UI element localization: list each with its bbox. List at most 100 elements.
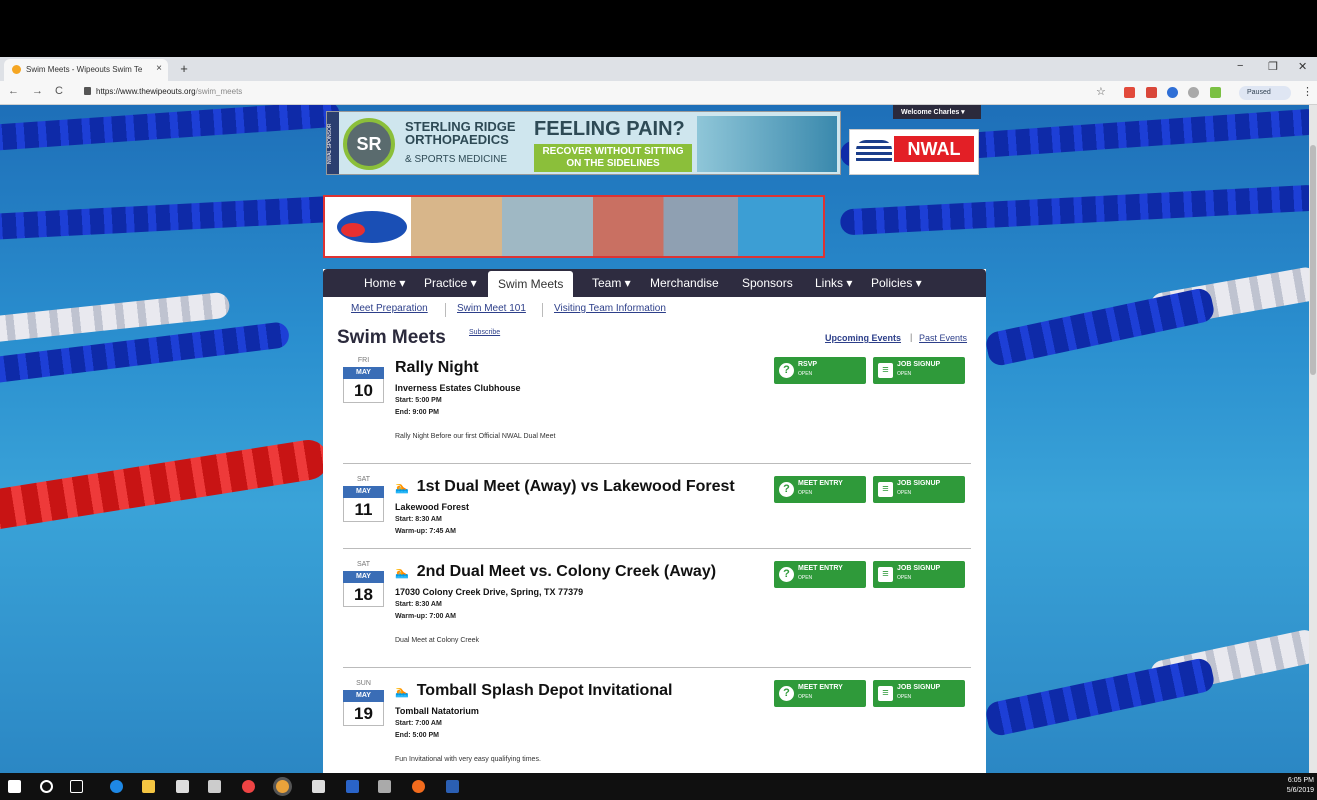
app-icon[interactable] xyxy=(412,780,425,793)
welcome-label: Welcome Charles ▾ xyxy=(901,109,965,116)
button-status: OPEN xyxy=(798,371,813,377)
button-label: JOB SIGNUP xyxy=(897,361,941,368)
nav-team[interactable]: Team ▾ xyxy=(592,269,631,297)
event-day: 11 xyxy=(343,498,384,522)
browser-tab[interactable]: Swim Meets - Wipeouts Swim Te × xyxy=(4,59,168,81)
windows-start-icon[interactable] xyxy=(8,780,21,793)
job-signup-button[interactable]: ≡ JOB SIGNUP OPEN xyxy=(873,680,965,707)
subnav-separator xyxy=(445,303,446,317)
page-scrollbar[interactable] xyxy=(1309,105,1317,773)
profile-paused-button[interactable]: Paused xyxy=(1239,86,1291,100)
button-status: OPEN xyxy=(897,371,912,377)
app-icon[interactable] xyxy=(208,780,221,793)
tab-close-icon[interactable]: × xyxy=(156,63,162,74)
browser-menu-icon[interactable]: ⋮ xyxy=(1302,85,1313,98)
button-status: OPEN xyxy=(798,694,813,700)
url-path: /swim_meets xyxy=(195,87,243,96)
subscribe-link[interactable]: Subscribe xyxy=(469,329,500,336)
team-banner[interactable] xyxy=(323,195,825,258)
main-nav: Home ▾ Practice ▾ Swim Meets Team ▾ Merc… xyxy=(323,269,986,297)
top-black-bar xyxy=(0,0,1317,57)
event-location: Lakewood Forest xyxy=(395,502,470,512)
word-icon[interactable] xyxy=(446,780,459,793)
subnav-visiting-team[interactable]: Visiting Team Information xyxy=(554,303,666,314)
clipboard-icon: ≡ xyxy=(878,363,893,378)
event-title[interactable]: 🏊 1st Dual Meet (Away) vs Lakewood Forest xyxy=(395,478,735,496)
nav-practice[interactable]: Practice ▾ xyxy=(424,269,477,297)
job-signup-button[interactable]: ≡ JOB SIGNUP OPEN xyxy=(873,476,965,503)
nav-home[interactable]: Home ▾ xyxy=(364,269,405,297)
nav-policies[interactable]: Policies ▾ xyxy=(871,269,922,297)
nwal-waves-icon xyxy=(856,140,892,162)
edge-browser-icon[interactable] xyxy=(110,780,123,793)
task-view-icon[interactable] xyxy=(70,780,83,793)
event-date: SAT MAY 18 xyxy=(343,561,384,607)
event-location: Tomball Natatorium xyxy=(395,706,479,716)
question-icon: ? xyxy=(779,567,794,582)
job-signup-button[interactable]: ≡ JOB SIGNUP OPEN xyxy=(873,561,965,588)
nav-sponsors[interactable]: Sponsors xyxy=(742,269,793,297)
reload-icon[interactable]: C xyxy=(55,85,63,97)
event-title[interactable]: 🏊 2nd Dual Meet vs. Colony Creek (Away) xyxy=(395,563,716,581)
button-label: JOB SIGNUP xyxy=(897,480,941,487)
window-close-icon[interactable]: ✕ xyxy=(1298,60,1307,73)
lane-rope-blue xyxy=(983,656,1217,738)
event-title[interactable]: Rally Night xyxy=(395,359,479,377)
extension-icon-5[interactable] xyxy=(1210,87,1221,98)
past-events-link[interactable]: Past Events xyxy=(919,333,967,343)
lane-rope-red xyxy=(0,437,331,533)
sponsor-subline: RECOVER WITHOUT SITTING ON THE SIDELINES xyxy=(534,144,692,172)
app-icon[interactable] xyxy=(242,780,255,793)
event-divider xyxy=(343,463,971,464)
nwal-logo[interactable]: NWAL xyxy=(849,129,979,175)
button-status: OPEN xyxy=(798,490,813,496)
rsvp-button[interactable]: ? RSVP OPEN xyxy=(774,357,866,384)
job-signup-button[interactable]: ≡ JOB SIGNUP OPEN xyxy=(873,357,965,384)
extension-icon-4[interactable] xyxy=(1188,87,1199,98)
bookmark-star-icon[interactable]: ☆ xyxy=(1096,85,1106,98)
club-logo xyxy=(337,211,407,243)
search-icon[interactable] xyxy=(40,780,53,793)
taskbar-clock[interactable]: 6:05 PM 5/6/2019 xyxy=(1278,776,1314,796)
site-favicon-icon xyxy=(12,65,21,74)
scrollbar-thumb[interactable] xyxy=(1310,145,1316,375)
nav-links[interactable]: Links ▾ xyxy=(815,269,852,297)
app-icon[interactable] xyxy=(312,780,325,793)
meet-entry-button[interactable]: ? MEET ENTRY OPEN xyxy=(774,680,866,707)
address-bar[interactable]: https://www.thewipeouts.org/swim_meets xyxy=(96,87,242,96)
restore-icon[interactable]: ❐ xyxy=(1268,60,1278,73)
event-item: SAT MAY 11 🏊 1st Dual Meet (Away) vs Lake… xyxy=(323,476,986,548)
button-label: MEET ENTRY xyxy=(798,565,843,572)
upcoming-events-link[interactable]: Upcoming Events xyxy=(825,333,901,343)
welcome-user-menu[interactable]: Welcome Charles ▾ xyxy=(893,105,981,119)
minimize-icon[interactable]: − xyxy=(1237,60,1243,72)
event-title-text: 1st Dual Meet (Away) vs Lakewood Forest xyxy=(416,478,735,495)
extension-icon-1[interactable] xyxy=(1124,87,1135,98)
subnav-swim-meet-101[interactable]: Swim Meet 101 xyxy=(457,303,526,314)
button-label: RSVP xyxy=(798,361,818,368)
nav-swim-meets[interactable]: Swim Meets xyxy=(488,271,574,297)
extension-icon-3[interactable] xyxy=(1167,87,1178,98)
forward-icon[interactable]: → xyxy=(32,85,43,97)
meet-entry-button[interactable]: ? MEET ENTRY OPEN xyxy=(774,561,866,588)
new-tab-button[interactable]: + xyxy=(176,61,192,77)
event-time-1: Start: 7:00 AM xyxy=(395,720,442,727)
app-icon[interactable] xyxy=(346,780,359,793)
event-divider xyxy=(343,548,971,549)
chrome-icon[interactable] xyxy=(276,780,289,793)
nav-merchandise[interactable]: Merchandise xyxy=(650,269,719,297)
event-item: SAT MAY 18 🏊 2nd Dual Meet vs. Colony Cre… xyxy=(323,561,986,661)
clock-time: 6:05 PM xyxy=(1287,777,1314,784)
swimmer-icon: 🏊 xyxy=(395,482,409,494)
subnav-meet-preparation[interactable]: Meet Preparation xyxy=(351,303,428,314)
back-icon[interactable]: ← xyxy=(8,85,19,97)
extension-icon-2[interactable] xyxy=(1146,87,1157,98)
button-label: MEET ENTRY xyxy=(798,684,843,691)
event-time-1: Start: 8:30 AM xyxy=(395,516,442,523)
file-explorer-icon[interactable] xyxy=(142,780,155,793)
store-icon[interactable] xyxy=(176,780,189,793)
event-title[interactable]: 🏊 Tomball Splash Depot Invitational xyxy=(395,682,672,700)
meet-entry-button[interactable]: ? MEET ENTRY OPEN xyxy=(774,476,866,503)
sponsor-banner-ad[interactable]: NWAL SPONSOR SR STERLING RIDGE ORTHOPAED… xyxy=(326,111,841,175)
app-icon[interactable] xyxy=(378,780,391,793)
